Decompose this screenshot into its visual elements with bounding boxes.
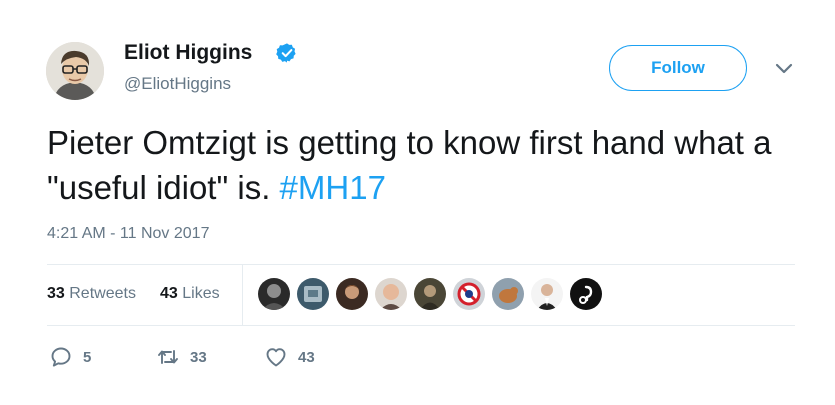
liker-avatar[interactable] bbox=[297, 278, 329, 310]
like-button[interactable]: 43 bbox=[264, 345, 315, 369]
liker-avatar[interactable] bbox=[258, 278, 290, 310]
heart-icon bbox=[266, 348, 286, 367]
reply-icon bbox=[51, 347, 71, 367]
retweets-count: 33 bbox=[47, 285, 65, 302]
like-count: 43 bbox=[298, 348, 315, 366]
retweet-icon bbox=[158, 350, 178, 364]
liker-avatar[interactable] bbox=[531, 278, 563, 310]
tweet-text: Pieter Omtzigt is getting to know first … bbox=[47, 120, 807, 210]
reply-count: 5 bbox=[83, 348, 92, 366]
verified-badge-icon bbox=[276, 43, 296, 63]
author-name[interactable]: Eliot Higgins bbox=[124, 41, 252, 65]
retweet-count: 33 bbox=[190, 348, 207, 366]
avatar-image bbox=[46, 42, 104, 100]
divider-top bbox=[47, 264, 795, 265]
retweet-button[interactable]: 33 bbox=[156, 345, 207, 369]
liker-avatar[interactable] bbox=[375, 278, 407, 310]
liker-avatar[interactable] bbox=[414, 278, 446, 310]
follow-button[interactable]: Follow bbox=[609, 45, 747, 91]
likes-label: Likes bbox=[182, 285, 220, 302]
retweets-stat[interactable]: 33 Retweets bbox=[47, 285, 136, 303]
liker-avatar[interactable] bbox=[336, 278, 368, 310]
liker-avatar[interactable] bbox=[570, 278, 602, 310]
liker-avatar[interactable] bbox=[492, 278, 524, 310]
tweet-timestamp[interactable]: 4:21 AM - 11 Nov 2017 bbox=[47, 225, 209, 243]
likes-stat[interactable]: 43 Likes bbox=[160, 285, 220, 303]
reply-button[interactable]: 5 bbox=[49, 345, 91, 369]
stats-divider bbox=[242, 265, 243, 325]
likes-count: 43 bbox=[160, 285, 178, 302]
hashtag-link[interactable]: #MH17 bbox=[280, 169, 386, 206]
author-handle[interactable]: @EliotHiggins bbox=[124, 74, 231, 94]
author-avatar[interactable] bbox=[46, 42, 104, 100]
retweets-label: Retweets bbox=[69, 285, 136, 302]
chevron-down-icon[interactable] bbox=[775, 62, 793, 76]
divider-bottom bbox=[47, 325, 795, 326]
liker-avatar[interactable] bbox=[453, 278, 485, 310]
tweet-body: Pieter Omtzigt is getting to know first … bbox=[47, 124, 772, 206]
